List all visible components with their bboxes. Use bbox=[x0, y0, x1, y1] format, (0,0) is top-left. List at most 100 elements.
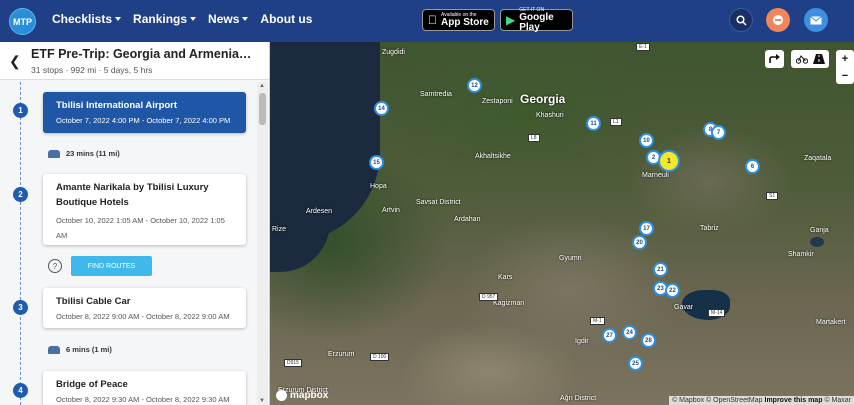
map-pin[interactable]: 28 bbox=[641, 333, 656, 348]
attrib-mapbox[interactable]: © Mapbox bbox=[672, 397, 704, 404]
map-label: Tabriz bbox=[700, 225, 719, 232]
app-store-big: App Store bbox=[432, 17, 489, 28]
map-label: Hopa bbox=[370, 183, 387, 190]
map-pin[interactable]: 21 bbox=[653, 262, 668, 277]
stop-date: October 7, 2022 4:00 PM - October 7, 202… bbox=[56, 116, 231, 125]
help-icon[interactable]: ? bbox=[48, 259, 62, 273]
map-label: Shamkir bbox=[788, 251, 814, 258]
map-label: Ardesen bbox=[306, 208, 333, 215]
zoom-out-button[interactable]: − bbox=[842, 70, 848, 82]
stop-number: 1 bbox=[13, 103, 28, 118]
menu-checklists[interactable]: Checklists bbox=[52, 12, 122, 26]
share-route-button[interactable] bbox=[765, 50, 784, 68]
road-badge: D 100 bbox=[370, 353, 390, 361]
map-view[interactable]: Georgia Zugdidi Samtredia Zestaponi Khas… bbox=[270, 42, 854, 405]
attrib-maxar[interactable]: © Maxar bbox=[824, 397, 851, 404]
stop-number: 3 bbox=[13, 300, 28, 315]
google-play-big: Google Play bbox=[519, 12, 554, 33]
mapbox-wordmark: mapbox bbox=[290, 390, 329, 401]
map-label: Ganja bbox=[810, 227, 829, 234]
map-pin[interactable]: 12 bbox=[467, 78, 482, 93]
map-label: Ardahan bbox=[454, 216, 481, 223]
road-icon bbox=[812, 54, 825, 64]
map-pin[interactable]: 27 bbox=[602, 328, 617, 343]
drive-segment: 6 mins (1 mi) bbox=[48, 345, 112, 354]
stop-number: 2 bbox=[13, 187, 28, 202]
map-label: Ağrı District bbox=[560, 395, 597, 402]
panel-header: ❮ ETF Pre-Trip: Georgia and Armenia… 31 … bbox=[0, 42, 269, 80]
top-nav: MTP Checklists Rankings News About us  … bbox=[0, 0, 854, 42]
panel-scrollbar[interactable]: ▲ ▼ bbox=[257, 82, 268, 405]
trip-meta: 31 stops · 992 mi · 5 days, 5 hrs bbox=[31, 65, 153, 75]
scroll-thumb[interactable] bbox=[259, 93, 266, 125]
map-pin[interactable]: 15 bbox=[369, 155, 384, 170]
road-badge: E-1 bbox=[636, 43, 650, 51]
map-label: Kars bbox=[498, 274, 513, 281]
road-badge: M-14 bbox=[708, 309, 726, 317]
site-logo[interactable]: MTP bbox=[9, 8, 36, 35]
map-label: Zaqatala bbox=[804, 155, 832, 162]
map-pin[interactable]: 6 bbox=[745, 159, 760, 174]
mapbox-logo[interactable]: mapbox bbox=[276, 390, 328, 401]
map-attribution: © Mapbox © OpenStreetMap Improve this ma… bbox=[669, 396, 854, 405]
zoom-in-button[interactable]: + bbox=[842, 53, 848, 65]
scroll-down-icon[interactable]: ▼ bbox=[259, 398, 265, 404]
back-arrow-icon[interactable]: ❮ bbox=[9, 53, 21, 70]
user-minus-button[interactable] bbox=[766, 8, 790, 32]
stop-card-3[interactable]: Tbilisi Cable Car October 8, 2022 9:00 A… bbox=[43, 288, 246, 328]
drive-duration: 6 mins (1 mi) bbox=[66, 345, 112, 354]
menu-about-us[interactable]: About us bbox=[260, 12, 312, 26]
search-button[interactable] bbox=[729, 8, 753, 32]
road-badge: D 957 bbox=[479, 293, 499, 301]
map-pin[interactable]: 25 bbox=[628, 356, 643, 371]
attrib-osm[interactable]: © OpenStreetMap bbox=[706, 397, 763, 404]
menu-news-label: News bbox=[208, 12, 240, 26]
map-pin[interactable]: 22 bbox=[665, 283, 680, 298]
menu-news[interactable]: News bbox=[208, 12, 249, 26]
scroll-up-icon[interactable]: ▲ bbox=[259, 83, 265, 89]
app-store-button[interactable]:  Available on the App Store bbox=[422, 9, 495, 31]
map-label: Marneuli bbox=[642, 172, 669, 179]
map-mode-toggle[interactable] bbox=[791, 50, 829, 68]
map-pin-highlight[interactable]: 1 bbox=[658, 150, 680, 172]
arrow-turn-icon bbox=[769, 54, 780, 63]
map-label: Zestaponi bbox=[482, 98, 513, 105]
app-store-text: Available on the App Store bbox=[441, 12, 489, 28]
menu-rankings[interactable]: Rankings bbox=[133, 12, 197, 26]
stop-card-4[interactable]: Bridge of Peace October 8, 2022 9:30 AM … bbox=[43, 371, 246, 405]
map-label: Rize bbox=[272, 226, 287, 233]
play-icon: ▶ bbox=[506, 13, 516, 27]
stop-name: Bridge of Peace bbox=[56, 379, 128, 390]
map-pin[interactable]: 17 bbox=[639, 221, 654, 236]
map-pin[interactable]: 7 bbox=[711, 125, 726, 140]
improve-map-link[interactable]: Improve this map bbox=[765, 397, 823, 404]
trip-title: ETF Pre-Trip: Georgia and Armenia… bbox=[31, 47, 252, 61]
map-label: Zugdidi bbox=[382, 49, 405, 56]
map-label: Erzurum bbox=[328, 351, 355, 358]
road-badge: D915 bbox=[284, 359, 302, 367]
drive-segment: 23 mins (11 mi) bbox=[48, 149, 120, 158]
timeline-line bbox=[20, 82, 21, 405]
map-pin[interactable]: 20 bbox=[632, 235, 647, 250]
stop-date: October 10, 2022 1:05 AM - October 10, 2… bbox=[56, 216, 225, 240]
google-play-button[interactable]: ▶ GET IT ON Google Play bbox=[500, 7, 573, 33]
map-pin[interactable]: 14 bbox=[374, 101, 389, 116]
map-pin[interactable]: 11 bbox=[586, 116, 601, 131]
map-label: Samtredia bbox=[420, 91, 452, 98]
mail-button[interactable] bbox=[804, 8, 828, 32]
menu-about-label: About us bbox=[260, 12, 313, 26]
map-pin[interactable]: 10 bbox=[639, 133, 654, 148]
chevron-down-icon bbox=[190, 17, 197, 21]
stop-name: Tbilisi Cable Car bbox=[56, 296, 131, 307]
stop-card-2[interactable]: Amante Narikala by Tbilisi Luxury Boutiq… bbox=[43, 174, 246, 245]
map-label: Savsat District bbox=[416, 199, 461, 206]
stop-card-1[interactable]: Tbilisi International Airport October 7,… bbox=[43, 92, 246, 133]
find-routes-button[interactable]: FIND ROUTES bbox=[71, 256, 152, 276]
map-label: Georgia bbox=[520, 92, 566, 106]
road-badge: S1 bbox=[766, 192, 779, 200]
bike-icon bbox=[795, 55, 808, 64]
lake-small bbox=[810, 237, 824, 247]
map-pin[interactable]: 24 bbox=[622, 325, 637, 340]
zoom-controls: + − bbox=[836, 50, 854, 84]
menu-rankings-label: Rankings bbox=[133, 12, 188, 26]
